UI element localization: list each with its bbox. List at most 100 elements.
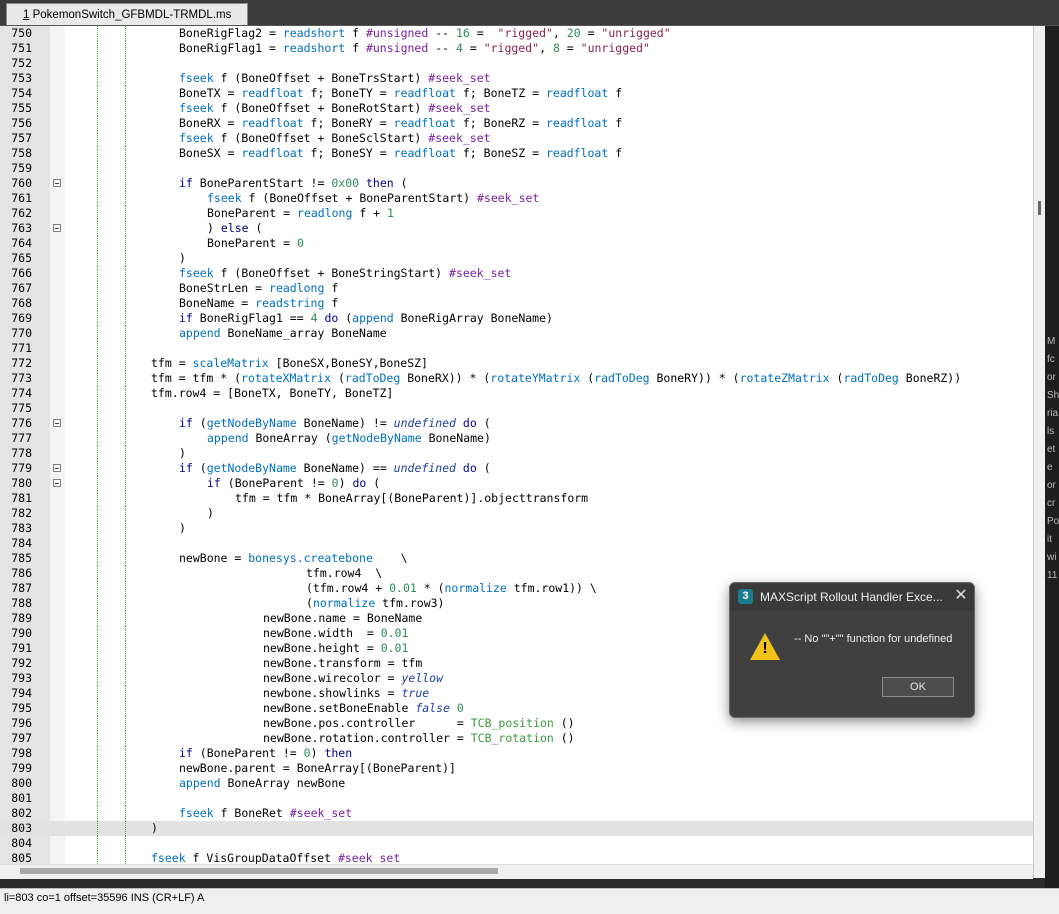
code-line[interactable]: 754 BoneTX = readfloat f; BoneTY = readfl…: [0, 86, 1033, 101]
dialog-titlebar[interactable]: 3 MAXScript Rollout Handler Exce... ✕: [730, 583, 974, 611]
indent-guide: [125, 806, 127, 821]
code-line[interactable]: 769 if BoneRigFlag1 == 4 do (append BoneR…: [0, 311, 1033, 326]
code-editor[interactable]: 750 BoneRigFlag2 = readshort f #unsigned …: [0, 26, 1033, 864]
fold-toggle-icon[interactable]: [53, 179, 61, 187]
ok-button[interactable]: OK: [882, 677, 954, 697]
indent-guide: [97, 221, 99, 236]
fold-toggle-icon[interactable]: [53, 419, 61, 427]
code-line[interactable]: 751 BoneRigFlag1 = readshort f #unsigned …: [0, 41, 1033, 56]
code-line[interactable]: 785 newBone = bonesys.createbone \: [0, 551, 1033, 566]
code-line[interactable]: 783): [0, 521, 1033, 536]
horizontal-scroll-thumb[interactable]: [20, 868, 498, 874]
line-number: 768: [11, 296, 32, 310]
indent-guide: [97, 671, 99, 686]
indent-guide: [97, 296, 99, 311]
indent-guide: [97, 251, 99, 266]
code-line[interactable]: 760 if BoneParentStart != 0x00 then (: [0, 176, 1033, 191]
code-line[interactable]: 782): [0, 506, 1033, 521]
code-line[interactable]: 756 BoneRX = readfloat f; BoneRY = readfl…: [0, 116, 1033, 131]
code-line[interactable]: 804: [0, 836, 1033, 851]
code-text: fseek f (BoneOffset + BoneTrsStart) #see…: [179, 71, 491, 85]
code-text: BoneRX = readfloat f; BoneRY = readfloat…: [179, 116, 623, 130]
indent-guide: [125, 671, 127, 686]
code-line[interactable]: 778): [0, 446, 1033, 461]
code-line[interactable]: 770 append BoneName_array BoneName: [0, 326, 1033, 341]
code-line[interactable]: 776 if (getNodeByName BoneName) != undefi…: [0, 416, 1033, 431]
line-number: 762: [11, 206, 32, 220]
tab-filename: PokemonSwitch_GFBMDL-TRMDL.ms: [32, 9, 232, 21]
line-number: 803: [11, 821, 32, 835]
code-line[interactable]: 805 fseek f VisGroupDataOffset #seek_set: [0, 851, 1033, 864]
line-number: 767: [11, 281, 32, 295]
code-line[interactable]: 781 tfm = tfm * BoneArray[(BoneParent)].o…: [0, 491, 1033, 506]
code-line[interactable]: 750 BoneRigFlag2 = readshort f #unsigned …: [0, 26, 1033, 41]
code-line[interactable]: 766 fseek f (BoneOffset + BoneStringStart…: [0, 266, 1033, 281]
fold-toggle-icon[interactable]: [53, 464, 61, 472]
code-line[interactable]: 759: [0, 161, 1033, 176]
code-line[interactable]: 765): [0, 251, 1033, 266]
indent-guide: [125, 416, 127, 431]
line-number: 797: [11, 731, 32, 745]
code-text: ) else (: [207, 221, 263, 235]
code-line[interactable]: 758 BoneSX = readfloat f; BoneSY = readfl…: [0, 146, 1033, 161]
indent-guide: [97, 536, 99, 551]
code-line[interactable]: 779 if (getNodeByName BoneName) == undefi…: [0, 461, 1033, 476]
code-line[interactable]: 800 append BoneArray newBone: [0, 776, 1033, 791]
fold-toggle-icon[interactable]: [53, 224, 61, 232]
code-line[interactable]: 755 fseek f (BoneOffset + BoneRotStart) #…: [0, 101, 1033, 116]
fold-toggle-icon[interactable]: [53, 479, 61, 487]
code-line[interactable]: 774 tfm.row4 = [BoneTX, BoneTY, BoneTZ]: [0, 386, 1033, 401]
indent-guide: [125, 251, 127, 266]
code-line[interactable]: 772 tfm = scaleMatrix [BoneSX,BoneSY,Bone…: [0, 356, 1033, 371]
code-text: fseek f (BoneOffset + BoneRotStart) #see…: [179, 101, 491, 115]
code-line[interactable]: 762 BoneParent = readlong f + 1: [0, 206, 1033, 221]
code-text: BoneStrLen = readlong f: [179, 281, 339, 295]
code-line[interactable]: 784: [0, 536, 1033, 551]
indent-guide: [97, 491, 99, 506]
line-number: 792: [11, 656, 32, 670]
indent-guide: [97, 26, 99, 41]
indent-guide: [125, 836, 127, 851]
code-line[interactable]: 802 fseek f BoneRet #seek_set: [0, 806, 1033, 821]
code-line[interactable]: 764 BoneParent = 0: [0, 236, 1033, 251]
code-line[interactable]: 798 if (BoneParent != 0) then: [0, 746, 1033, 761]
code-line[interactable]: 775: [0, 401, 1033, 416]
code-text: if (BoneParent != 0) do (: [207, 476, 381, 490]
indent-guide: [97, 716, 99, 731]
code-line[interactable]: 797 newBone.rotation.controller = TCB_rot…: [0, 731, 1033, 746]
code-line[interactable]: 780 if (BoneParent != 0) do (: [0, 476, 1033, 491]
code-line[interactable]: 753 fseek f (BoneOffset + BoneTrsStart) #…: [0, 71, 1033, 86]
indent-guide: [125, 176, 127, 191]
line-number: 751: [11, 41, 32, 55]
code-line[interactable]: 752: [0, 56, 1033, 71]
code-text: BoneTX = readfloat f; BoneTY = readfloat…: [179, 86, 623, 100]
code-line[interactable]: 773 tfm = tfm * (rotateXMatrix (radToDeg …: [0, 371, 1033, 386]
indent-guide: [125, 641, 127, 656]
close-icon[interactable]: ✕: [950, 585, 972, 607]
indent-guide: [97, 506, 99, 521]
line-number: 778: [11, 446, 32, 460]
vertical-scroll-thumb[interactable]: [1038, 201, 1041, 215]
indent-guide: [125, 656, 127, 671]
file-tab[interactable]: 1 PokemonSwitch_GFBMDL-TRMDL.ms: [6, 3, 249, 25]
code-text: newBone.rotation.controller = TCB_rotati…: [263, 731, 575, 745]
code-line[interactable]: 768 BoneName = readstring f: [0, 296, 1033, 311]
indent-guide: [97, 521, 99, 536]
code-line[interactable]: 767 BoneStrLen = readlong f: [0, 281, 1033, 296]
code-line[interactable]: 763) else (: [0, 221, 1033, 236]
line-number: 761: [11, 191, 32, 205]
code-text: newBone.transform = tfm: [263, 656, 423, 670]
code-line[interactable]: 786 tfm.row4 \: [0, 566, 1033, 581]
code-line[interactable]: 799 newBone.parent = BoneArray[(BoneParen…: [0, 761, 1033, 776]
code-line[interactable]: 796 newBone.pos.controller = TCB_position…: [0, 716, 1033, 731]
code-line[interactable]: 771: [0, 341, 1033, 356]
code-line[interactable]: 761 fseek f (BoneOffset + BoneParentStart…: [0, 191, 1033, 206]
line-number: 780: [11, 476, 32, 490]
code-line[interactable]: 803): [0, 821, 1033, 836]
code-line[interactable]: 757 fseek f (BoneOffset + BoneSclStart) #…: [0, 131, 1033, 146]
code-line[interactable]: 801: [0, 791, 1033, 806]
code-text: newBone.pos.controller = TCB_position (): [263, 716, 575, 730]
code-line[interactable]: 777 append BoneArray (getNodeByName BoneN…: [0, 431, 1033, 446]
line-number: 791: [11, 641, 32, 655]
horizontal-scrollbar[interactable]: [0, 864, 1033, 879]
